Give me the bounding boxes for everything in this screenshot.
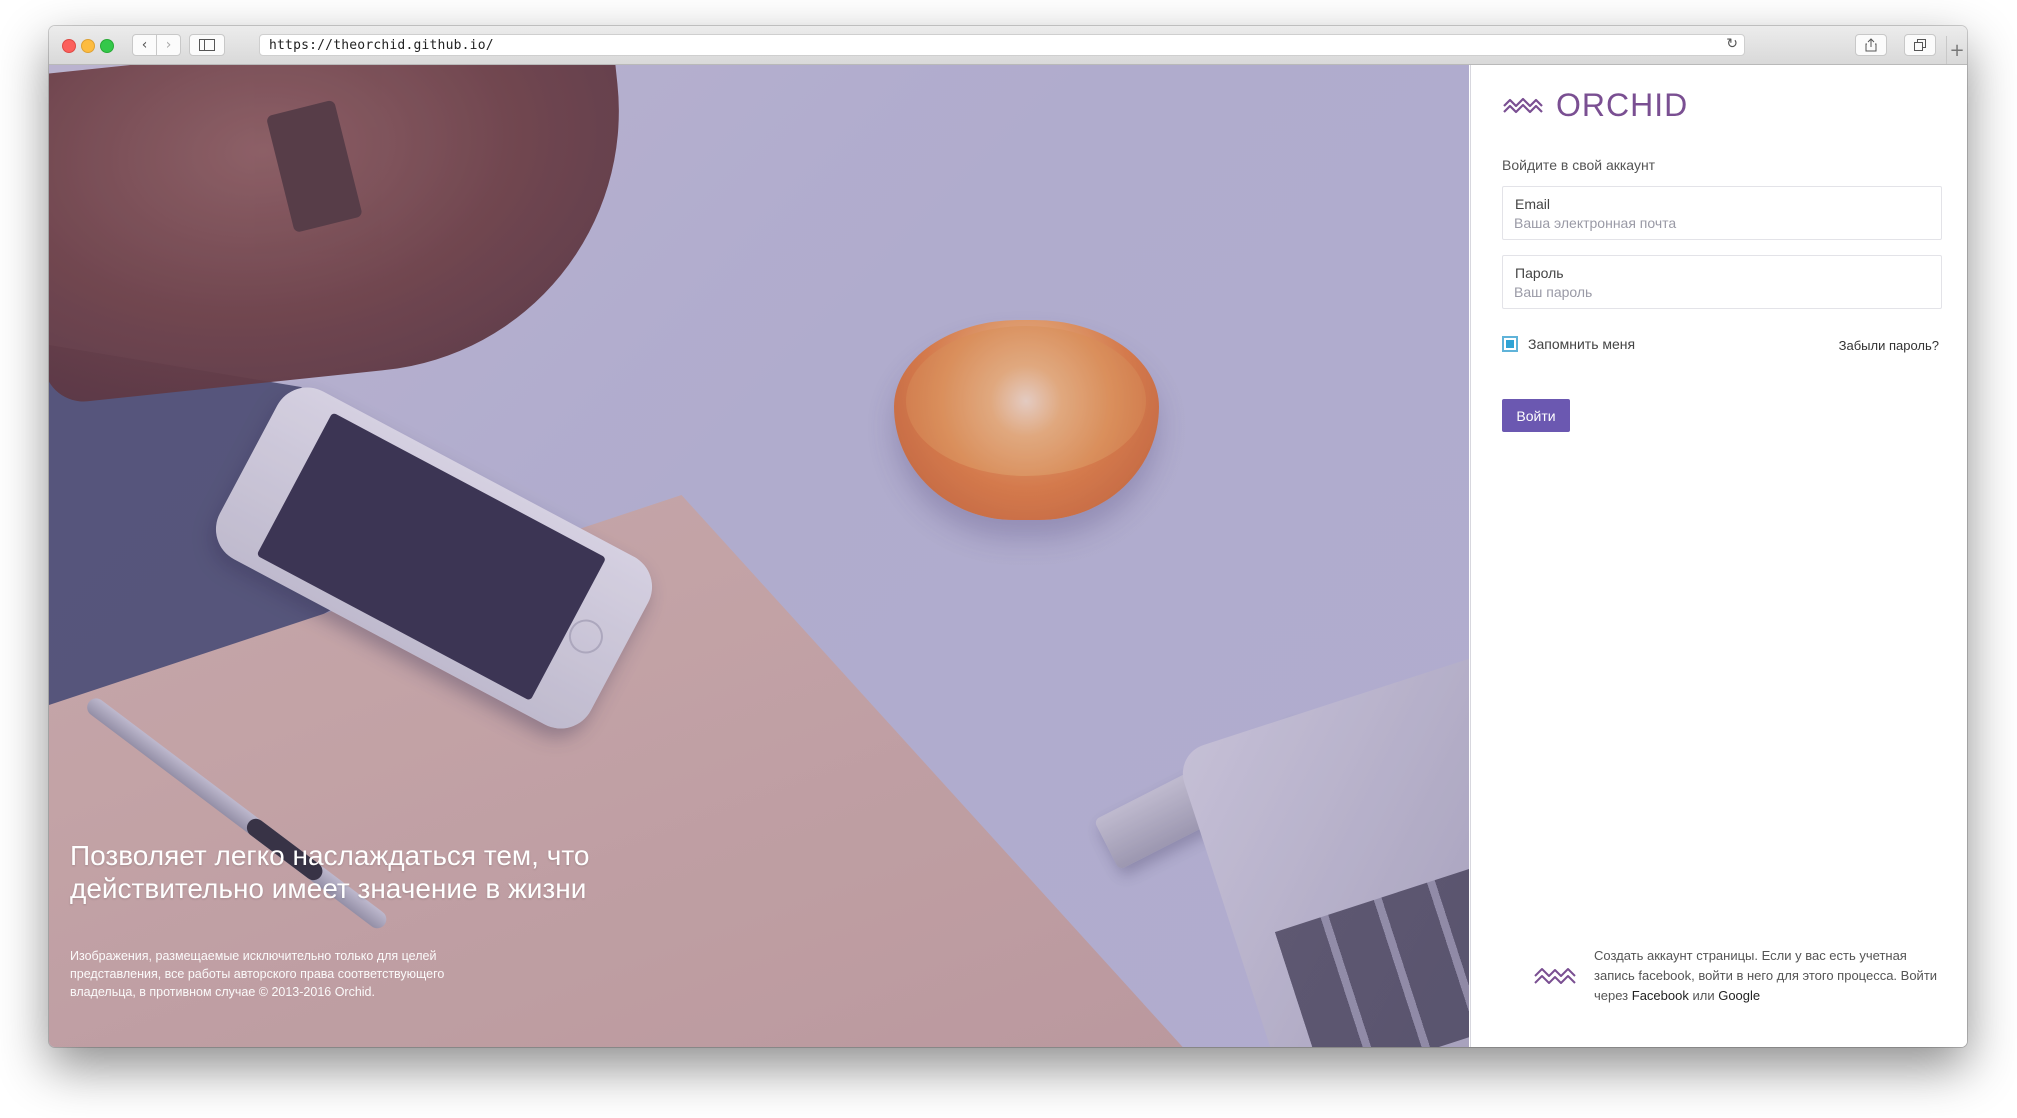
orchid-logo-icon	[1534, 968, 1576, 984]
footer-or: или	[1692, 988, 1715, 1003]
login-subtitle: Войдите в свой аккаунт	[1502, 157, 1656, 173]
checkbox-checked-icon	[1506, 340, 1514, 348]
tabs-icon	[1914, 39, 1926, 51]
email-input[interactable]	[1514, 215, 1924, 231]
back-button[interactable]: ‹	[132, 34, 157, 56]
email-field[interactable]: Email	[1502, 186, 1942, 240]
facebook-link[interactable]: Facebook	[1632, 988, 1689, 1003]
minimize-window-button[interactable]	[81, 39, 95, 53]
orchid-logo-icon	[1503, 97, 1543, 113]
browser-window: ‹ › https://theorchid.github.io/ ↻ + Поз…	[49, 26, 1967, 1047]
login-button[interactable]: Войти	[1502, 399, 1570, 432]
hero-headline: Позволяет легко наслаждаться тем, что де…	[70, 840, 590, 904]
signup-footer: Создать аккаунт страницы. Если у вас ест…	[1533, 946, 1943, 1006]
footer-text: Создать аккаунт страницы. Если у вас ест…	[1594, 946, 1943, 1006]
password-label: Пароль	[1515, 265, 1564, 281]
login-panel: ORCHID Войдите в свой аккаунт Email Паро…	[1470, 65, 1967, 1047]
forward-button[interactable]: ›	[156, 34, 181, 56]
logo-text: ORCHID	[1556, 87, 1689, 123]
share-button[interactable]	[1855, 34, 1887, 56]
browser-toolbar: ‹ › https://theorchid.github.io/ ↻ +	[49, 26, 1967, 65]
show-tabs-button[interactable]	[1904, 34, 1936, 56]
email-label: Email	[1515, 196, 1551, 212]
google-link[interactable]: Google	[1718, 988, 1760, 1003]
sidebar-toggle-button[interactable]	[189, 34, 225, 56]
remember-checkbox[interactable]	[1502, 336, 1518, 352]
password-field[interactable]: Пароль	[1502, 255, 1942, 309]
zoom-window-button[interactable]	[100, 39, 114, 53]
remember-label[interactable]: Запомнить меня	[1528, 336, 1635, 352]
password-input[interactable]	[1514, 284, 1924, 300]
close-window-button[interactable]	[62, 39, 76, 53]
forgot-password-link[interactable]: Забыли пароль?	[1839, 338, 1939, 353]
reload-icon[interactable]: ↻	[1726, 36, 1738, 52]
remember-me[interactable]: Запомнить меня	[1502, 336, 1635, 352]
url-text[interactable]: https://theorchid.github.io/	[269, 38, 494, 53]
forward-icon: ›	[165, 37, 172, 53]
logo[interactable]: ORCHID	[1502, 87, 1688, 124]
address-bar[interactable]: https://theorchid.github.io/ ↻	[259, 34, 1745, 56]
share-icon	[1865, 38, 1877, 52]
hero-image: Позволяет легко наслаждаться тем, что де…	[49, 65, 1469, 1047]
new-tab-icon[interactable]: +	[1946, 36, 1967, 64]
back-icon: ‹	[141, 37, 148, 53]
hero-caption: Изображения, размещаемые исключительно т…	[70, 949, 445, 999]
sidebar-icon	[199, 39, 215, 51]
